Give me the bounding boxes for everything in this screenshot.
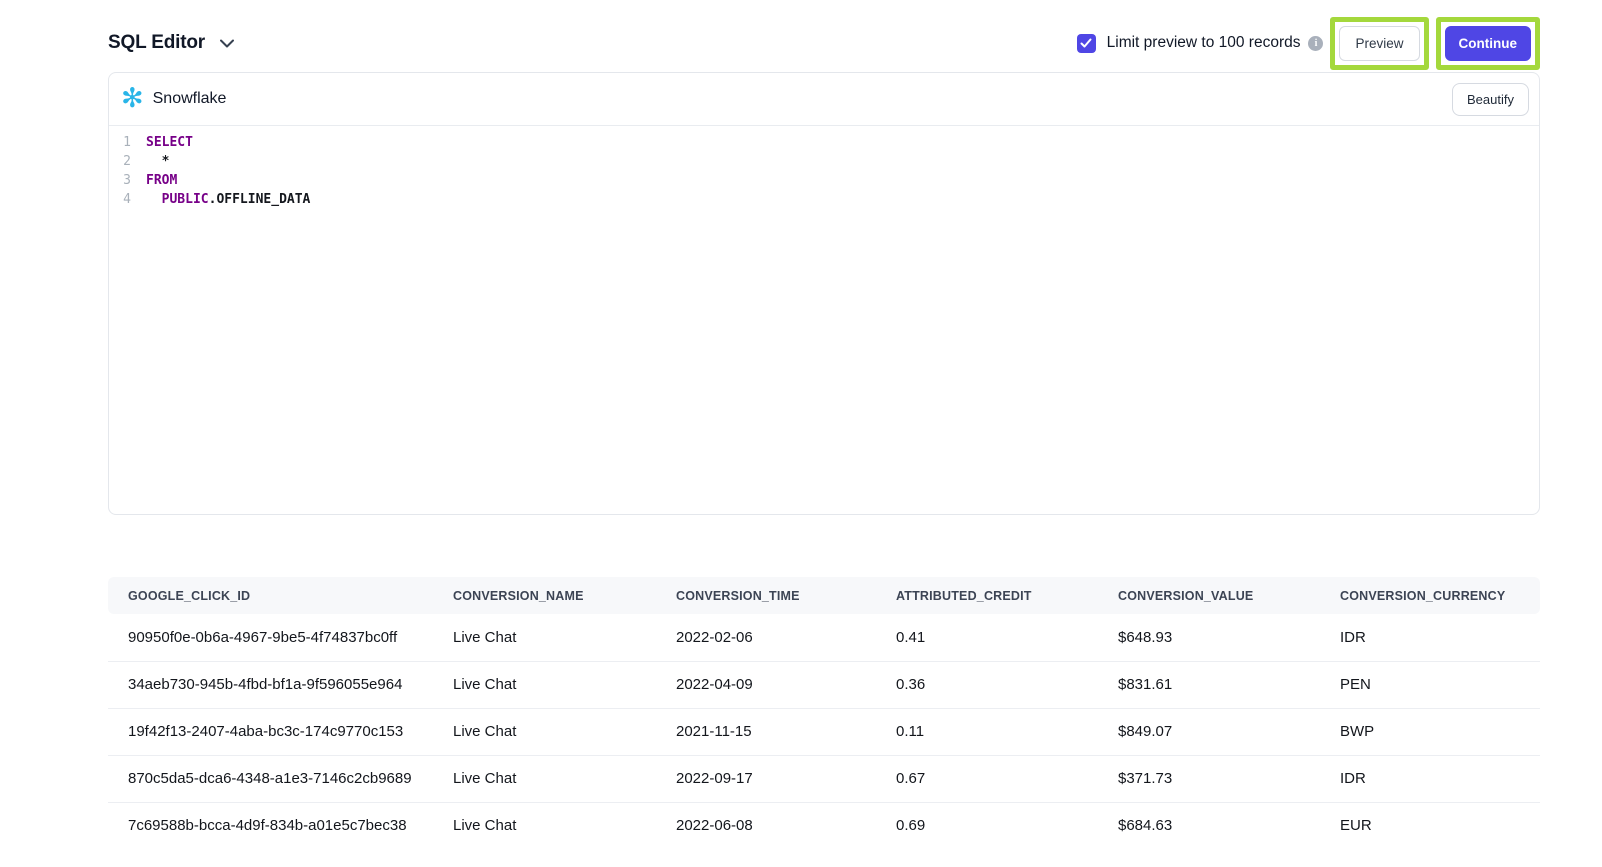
code-line: 2 * — [115, 152, 1539, 171]
line-number: 3 — [115, 171, 131, 190]
table-cell: 90950f0e-0b6a-4967-9be5-4f74837bc0ff — [108, 614, 433, 661]
line-number: 2 — [115, 152, 131, 171]
table-cell: 2022-06-08 — [656, 802, 876, 849]
table-cell: 0.69 — [876, 802, 1098, 849]
table-cell: 870c5da5-dca6-4348-a1e3-7146c2cb9689 — [108, 755, 433, 802]
checkmark-icon — [1080, 38, 1092, 48]
limit-preview-checkbox[interactable] — [1077, 34, 1096, 53]
results-table: GOOGLE_CLICK_IDCONVERSION_NAMECONVERSION… — [108, 577, 1540, 849]
column-header: CONVERSION_VALUE — [1098, 577, 1320, 614]
chevron-down-icon — [220, 39, 234, 48]
sql-code-editor[interactable]: 1SELECT2 *3FROM4 PUBLIC.OFFLINE_DATA — [109, 126, 1539, 515]
sql-editor-panel: ✻ Snowflake Beautify 1SELECT2 *3FROM4 PU… — [108, 72, 1540, 515]
table-cell: 2021-11-15 — [656, 708, 876, 755]
code-line: 3 FROM — [115, 171, 1539, 190]
code-line: 1 SELECT — [115, 133, 1539, 152]
table-cell: $684.63 — [1098, 802, 1320, 849]
table-row: 34aeb730-945b-4fbd-bf1a-9f596055e964Live… — [108, 661, 1540, 708]
snowflake-icon: ✻ — [121, 85, 144, 112]
continue-button-highlight: Continue — [1436, 17, 1541, 70]
column-header: ATTRIBUTED_CREDIT — [876, 577, 1098, 614]
table-cell: PEN — [1320, 661, 1540, 708]
code-text: FROM — [146, 171, 177, 190]
code-line: 4 PUBLIC.OFFLINE_DATA — [115, 190, 1539, 209]
table-cell: $648.93 — [1098, 614, 1320, 661]
table-cell: 0.67 — [876, 755, 1098, 802]
line-number: 1 — [115, 133, 131, 152]
editor-panel-header: ✻ Snowflake Beautify — [109, 73, 1539, 126]
code-text: * — [146, 152, 169, 171]
topbar: SQL Editor Limit preview to 100 records … — [108, 14, 1540, 72]
column-header: GOOGLE_CLICK_ID — [108, 577, 433, 614]
table-cell: Live Chat — [433, 708, 656, 755]
connector-name: Snowflake — [153, 90, 227, 108]
info-icon[interactable]: i — [1308, 36, 1323, 51]
table-cell: Live Chat — [433, 661, 656, 708]
table-cell: Live Chat — [433, 802, 656, 849]
table-cell: 2022-04-09 — [656, 661, 876, 708]
table-cell: Live Chat — [433, 755, 656, 802]
results-section: GOOGLE_CLICK_IDCONVERSION_NAMECONVERSION… — [108, 577, 1540, 849]
table-cell: EUR — [1320, 802, 1540, 849]
title-dropdown-button[interactable] — [220, 39, 234, 48]
table-cell: 0.11 — [876, 708, 1098, 755]
continue-button[interactable]: Continue — [1445, 26, 1532, 61]
page-title: SQL Editor — [108, 32, 205, 54]
beautify-button[interactable]: Beautify — [1452, 83, 1529, 116]
preview-button[interactable]: Preview — [1339, 26, 1419, 61]
topbar-actions: Limit preview to 100 records i Preview C… — [1077, 17, 1540, 70]
table-cell: 2022-02-06 — [656, 614, 876, 661]
table-cell: IDR — [1320, 755, 1540, 802]
table-body: 90950f0e-0b6a-4967-9be5-4f74837bc0ffLive… — [108, 614, 1540, 849]
table-cell: 0.36 — [876, 661, 1098, 708]
column-header: CONVERSION_NAME — [433, 577, 656, 614]
column-header: CONVERSION_CURRENCY — [1320, 577, 1540, 614]
limit-preview-label: Limit preview to 100 records — [1107, 34, 1301, 52]
table-cell: $849.07 — [1098, 708, 1320, 755]
table-cell: Live Chat — [433, 614, 656, 661]
table-row: 870c5da5-dca6-4348-a1e3-7146c2cb9689Live… — [108, 755, 1540, 802]
table-row: 7c69588b-bcca-4d9f-834b-a01e5c7bec38Live… — [108, 802, 1540, 849]
page: SQL Editor Limit preview to 100 records … — [0, 0, 1602, 849]
preview-button-highlight: Preview — [1330, 17, 1428, 70]
connector: ✻ Snowflake — [121, 86, 226, 113]
table-cell: 7c69588b-bcca-4d9f-834b-a01e5c7bec38 — [108, 802, 433, 849]
table-cell: 19f42f13-2407-4aba-bc3c-174c9770c153 — [108, 708, 433, 755]
code-text: PUBLIC.OFFLINE_DATA — [146, 190, 310, 209]
page-title-group: SQL Editor — [108, 32, 234, 54]
table-cell: $371.73 — [1098, 755, 1320, 802]
table-cell: IDR — [1320, 614, 1540, 661]
code-text: SELECT — [146, 133, 193, 152]
table-row: 90950f0e-0b6a-4967-9be5-4f74837bc0ffLive… — [108, 614, 1540, 661]
table-header: GOOGLE_CLICK_IDCONVERSION_NAMECONVERSION… — [108, 577, 1540, 614]
table-cell: 2022-09-17 — [656, 755, 876, 802]
table-row: 19f42f13-2407-4aba-bc3c-174c9770c153Live… — [108, 708, 1540, 755]
line-number: 4 — [115, 190, 131, 209]
column-header: CONVERSION_TIME — [656, 577, 876, 614]
table-cell: $831.61 — [1098, 661, 1320, 708]
table-cell: 34aeb730-945b-4fbd-bf1a-9f596055e964 — [108, 661, 433, 708]
table-cell: BWP — [1320, 708, 1540, 755]
table-cell: 0.41 — [876, 614, 1098, 661]
